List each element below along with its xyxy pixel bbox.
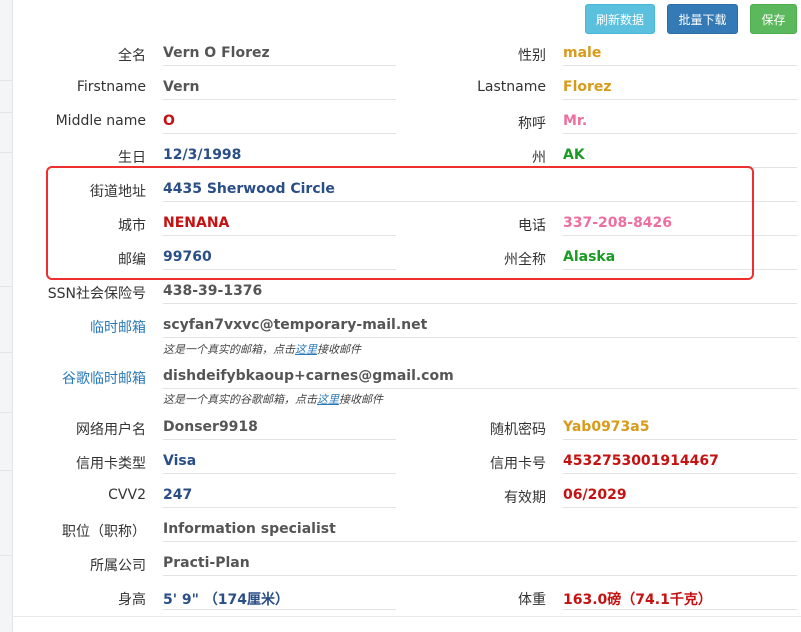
cvv-label: CVV2 (108, 487, 146, 503)
title-value: Mr. (563, 113, 588, 129)
strip-divider (0, 555, 12, 556)
state-field[interactable]: AK (563, 135, 797, 168)
title-field[interactable]: Mr. (563, 101, 797, 134)
height-label: 身高 (118, 592, 146, 608)
company-value: Practi-Plan (163, 555, 250, 571)
middle-name-field[interactable]: O (163, 101, 396, 134)
birthday-value: 12/3/1998 (163, 147, 242, 163)
height-value: 5' 9" （174厘米） (163, 592, 290, 608)
lastname-value: Florez (563, 79, 612, 95)
job-field[interactable]: Information specialist (163, 509, 797, 542)
temp-email-field[interactable]: scyfan7vxvc@temporary-mail.net (163, 305, 797, 338)
card-type-value: Visa (163, 453, 197, 469)
lastname-label: Lastname (477, 79, 546, 95)
full-name-field[interactable]: Vern O Florez (163, 33, 396, 66)
strip-divider (0, 80, 12, 81)
title-label: 称呼 (518, 116, 546, 132)
google-email-label[interactable]: 谷歌临时邮箱 (26, 368, 146, 388)
ssn-value: 438-39-1376 (163, 283, 263, 299)
state-label: 州 (532, 150, 546, 166)
weight-label: 体重 (518, 592, 546, 608)
google-email-note: 这是一个真实的谷歌邮箱，点击这里接收邮件 (163, 391, 383, 407)
left-strip (0, 0, 13, 632)
username-value: Donser9918 (163, 419, 258, 435)
company-field[interactable]: Practi-Plan (163, 543, 797, 576)
gender-label: 性别 (518, 48, 546, 64)
google-email-value: dishdeifybkaoup+carnes@gmail.com (163, 368, 454, 384)
temp-email-value: scyfan7vxvc@temporary-mail.net (163, 317, 428, 333)
username-field[interactable]: Donser9918 (163, 407, 396, 440)
strip-divider (0, 152, 12, 153)
ssn-label: SSN社会保险号 (47, 286, 146, 302)
temp-email-label[interactable]: 临时邮箱 (26, 317, 146, 337)
strip-divider (0, 112, 12, 113)
card-number-label: 信用卡号 (490, 456, 546, 472)
height-field[interactable]: 5' 9" （174厘米） (163, 577, 396, 610)
gender-value: male (563, 45, 602, 61)
strip-divider (0, 470, 12, 471)
middle-name-value: O (163, 113, 175, 129)
username-label: 网络用户名 (76, 422, 146, 438)
job-label: 职位（职称） (62, 524, 146, 540)
strip-divider (0, 352, 12, 353)
panel-bottom-border (12, 616, 801, 617)
strip-divider (0, 286, 12, 287)
temp-email-note-suffix: 接收邮件 (317, 343, 361, 356)
password-label: 随机密码 (490, 422, 546, 438)
firstname-field[interactable]: Vern (163, 67, 396, 100)
full-name-label: 全名 (118, 48, 146, 64)
middle-name-label: Middle name (55, 113, 146, 129)
address-highlight-box (46, 166, 754, 280)
ssn-field[interactable]: 438-39-1376 (163, 271, 797, 304)
state-value: AK (563, 147, 585, 163)
expiry-field[interactable]: 06/2029 (563, 475, 797, 508)
expiry-label: 有效期 (504, 490, 546, 506)
card-number-field[interactable]: 4532753001914467 (563, 441, 797, 474)
refresh-data-button[interactable]: 刷新数据 (585, 4, 655, 34)
cvv-value: 247 (163, 487, 193, 503)
company-label: 所属公司 (90, 558, 146, 574)
weight-field[interactable]: 163.0磅（74.1千克） (563, 577, 797, 610)
birthday-label: 生日 (118, 150, 146, 166)
firstname-value: Vern (163, 79, 200, 95)
strip-divider (0, 412, 12, 413)
lastname-field[interactable]: Florez (563, 67, 797, 100)
firstname-label: Firstname (76, 79, 146, 95)
password-field[interactable]: Yab0973a5 (563, 407, 797, 440)
google-email-field[interactable]: dishdeifybkaoup+carnes@gmail.com (163, 356, 797, 389)
batch-download-button[interactable]: 批量下载 (667, 4, 738, 34)
card-type-field[interactable]: Visa (163, 441, 396, 474)
temp-email-note: 这是一个真实的邮箱，点击这里接收邮件 (163, 341, 361, 357)
google-email-note-prefix: 这是一个真实的谷歌邮箱，点击 (163, 393, 317, 406)
weight-value: 163.0磅（74.1千克） (563, 592, 712, 608)
temp-email-note-prefix: 这是一个真实的邮箱，点击 (163, 343, 295, 356)
expiry-value: 06/2029 (563, 487, 627, 503)
card-number-value: 4532753001914467 (563, 453, 719, 469)
gender-field[interactable]: male (563, 33, 797, 66)
save-button[interactable]: 保存 (750, 4, 797, 34)
google-email-note-link[interactable]: 这里 (317, 393, 339, 406)
google-email-note-suffix: 接收邮件 (339, 393, 383, 406)
birthday-field[interactable]: 12/3/1998 (163, 135, 396, 168)
full-name-value: Vern O Florez (163, 45, 270, 61)
cvv-field[interactable]: 247 (163, 475, 396, 508)
temp-email-note-link[interactable]: 这里 (295, 343, 317, 356)
job-value: Information specialist (163, 521, 336, 537)
password-value: Yab0973a5 (563, 419, 650, 435)
card-type-label: 信用卡类型 (76, 456, 146, 472)
